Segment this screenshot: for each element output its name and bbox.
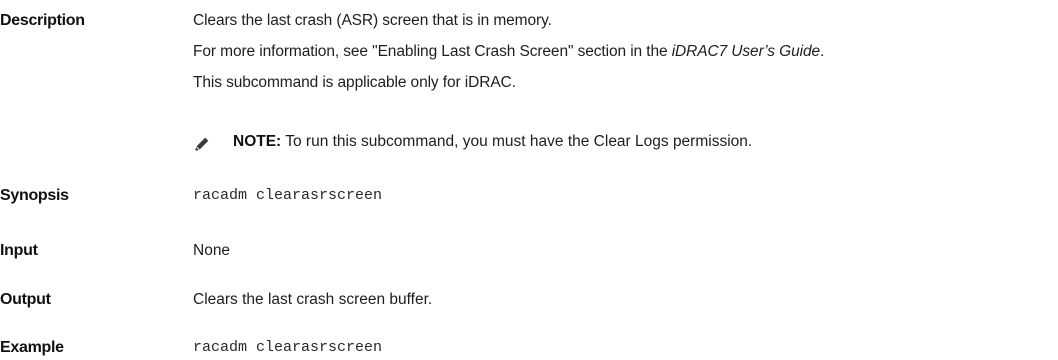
example-label: Example [0, 339, 64, 356]
description-line-2: For more information, see "Enabling Last… [193, 41, 824, 63]
description-line-2-text: For more information, see "Enabling Last… [193, 43, 672, 60]
note-label: NOTE: [233, 133, 282, 150]
description-line-3: This subcommand is applicable only for i… [193, 74, 516, 91]
input-label: Input [0, 242, 38, 259]
user-guide-title: iDRAC7 User’s Guide [671, 43, 820, 60]
description-label: Description [0, 12, 85, 29]
pencil-note-icon [195, 136, 210, 151]
input-value: None [193, 242, 231, 259]
synopsis-value: racadm clearasrscreen [193, 187, 383, 204]
note: NOTE: To run this subcommand, you must h… [233, 131, 752, 153]
synopsis-label: Synopsis [0, 187, 69, 204]
description-line-1: Clears the last crash (ASR) screen that … [193, 12, 552, 29]
description-line-2-end: . [820, 43, 825, 60]
output-value: Clears the last crash screen buffer. [193, 291, 433, 308]
example-value: racadm clearasrscreen [193, 339, 383, 356]
note-text: To run this subcommand, you must have th… [281, 133, 753, 150]
command-reference-page: Description Clears the last crash (ASR) … [0, 0, 1058, 360]
output-label: Output [0, 291, 51, 308]
